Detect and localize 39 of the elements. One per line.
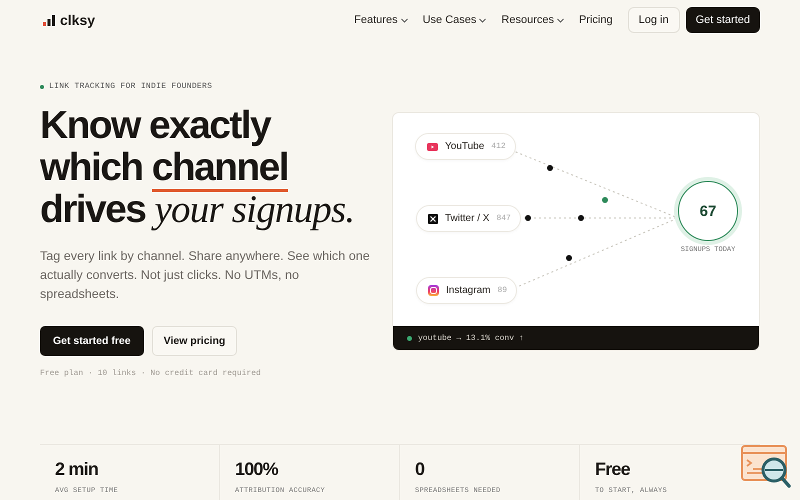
camera-icon (428, 285, 439, 296)
status-dot (407, 336, 412, 340)
chevron-down-icon (400, 18, 408, 22)
chevron-down-icon (556, 18, 564, 22)
nav-link[interactable]: Use Cases (422, 14, 486, 26)
view-pricing-button[interactable]: View pricing (152, 326, 238, 356)
get-started-free-button[interactable]: Get started free (40, 326, 144, 356)
channel-name: Twitter / X (445, 213, 490, 224)
login-button[interactable]: Log in (628, 7, 680, 33)
plan-note: Free plan · 10 links · No credit card required (40, 369, 262, 378)
stat-value: Free (595, 459, 631, 480)
flow-dot (547, 165, 553, 171)
flow-dot (578, 215, 584, 221)
get-started-button[interactable]: Get started (686, 7, 760, 33)
nav-link[interactable]: Resources (501, 14, 564, 26)
channel-name: YouTube (445, 141, 484, 152)
stat-value: 0 (415, 459, 426, 480)
channel-name: Instagram (446, 285, 490, 296)
logo-icon (43, 14, 55, 26)
flow-dot (525, 215, 531, 221)
nav-link[interactable]: Pricing (578, 14, 613, 26)
channel-count: 89 (497, 286, 508, 295)
eyebrow-text: LINK TRACKING FOR INDIE FOUNDERS (49, 82, 212, 91)
x-icon (428, 214, 438, 224)
flow-dot (566, 255, 572, 261)
channel-count: 847 (496, 214, 511, 223)
stat-value: 100% (235, 459, 280, 480)
channel-count: 412 (491, 142, 506, 151)
status-dot (40, 84, 44, 88)
subtitle: Tag every link by channel. Share anywhere. See which one actually converts. Not just clicks. No UTMs, no spreadsheets. (40, 248, 370, 303)
logo-text[interactable]: clksy (60, 12, 96, 28)
flow-dot (602, 197, 608, 203)
nav-link[interactable]: Features (354, 14, 408, 26)
browser-search-icon[interactable] (741, 445, 791, 489)
headline: Know exactly which channel drives your signups. (40, 105, 356, 231)
stat-value: 2 min (55, 459, 100, 480)
status-text: youtube → 13.1% conv ↑ (418, 334, 524, 342)
chevron-down-icon (479, 18, 486, 22)
play-icon (427, 142, 438, 150)
